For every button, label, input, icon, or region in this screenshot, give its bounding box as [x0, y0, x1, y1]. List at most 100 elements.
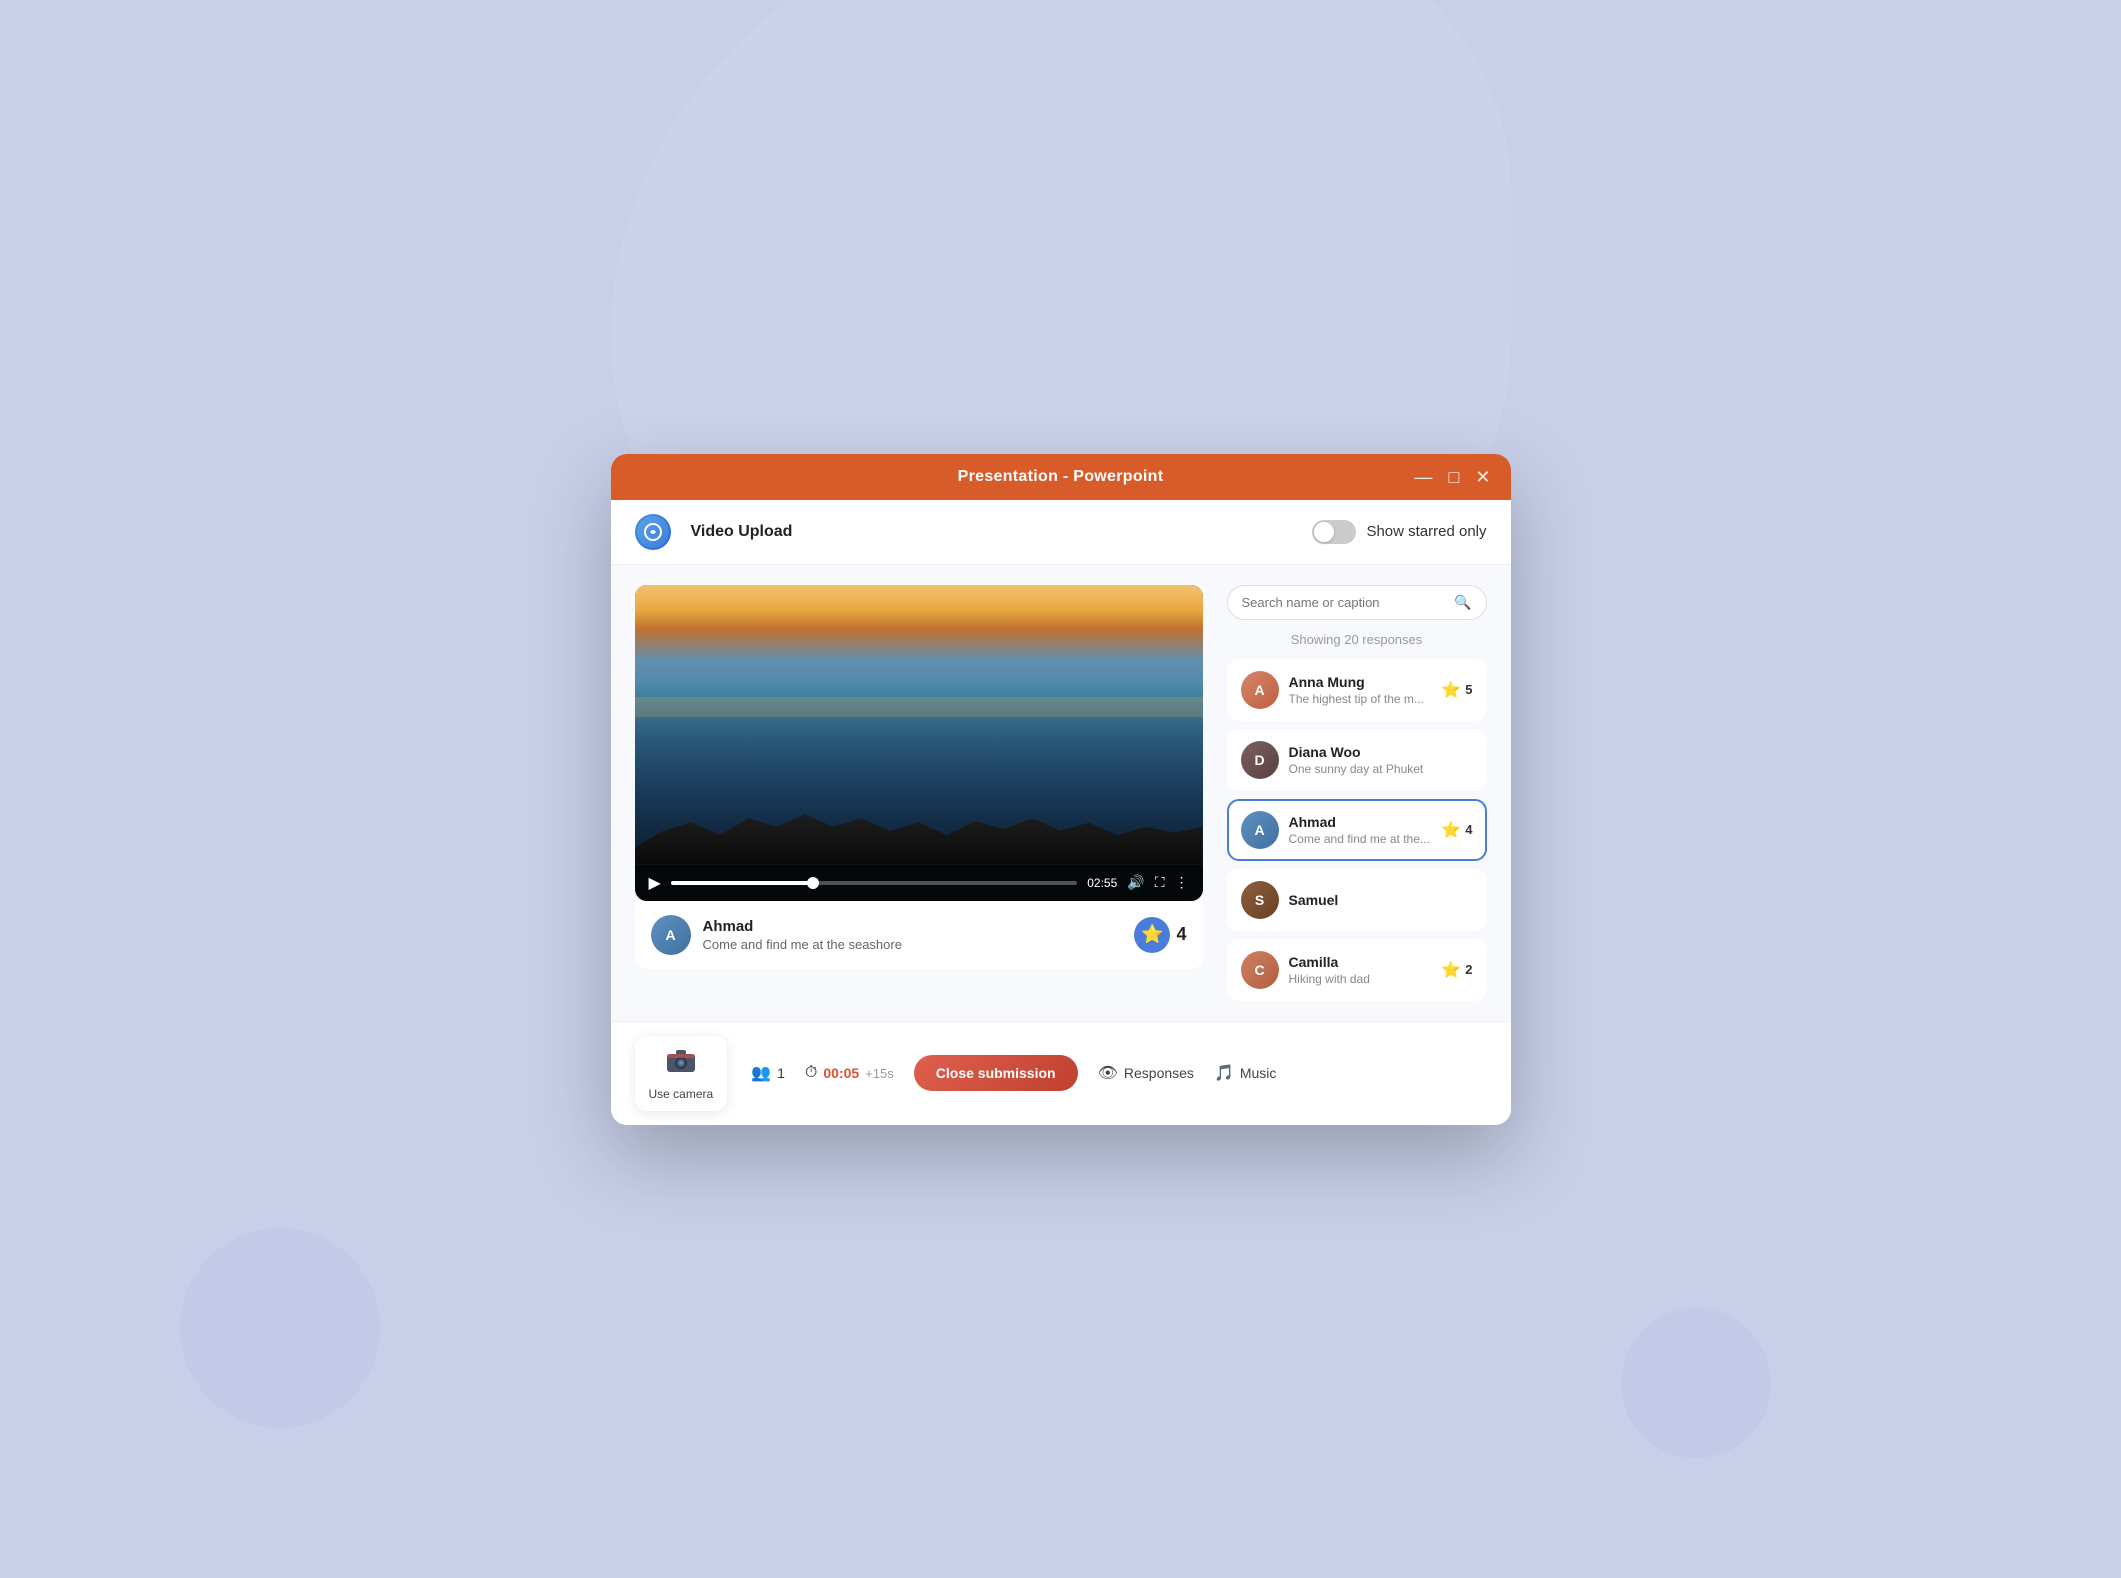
- responses-label: Responses: [1124, 1065, 1194, 1081]
- music-button[interactable]: 🎵 Music: [1214, 1063, 1276, 1083]
- toggle-label: Show starred only: [1366, 523, 1486, 540]
- search-icon[interactable]: 🔍: [1454, 594, 1471, 611]
- response-name: Ahmad: [1289, 814, 1432, 830]
- music-label: Music: [1240, 1065, 1277, 1081]
- video-display: [635, 585, 1203, 865]
- video-info-bar: A Ahmad Come and find me at the seashore…: [635, 901, 1203, 969]
- progress-fill: [671, 881, 813, 885]
- video-user-name: Ahmad: [703, 918, 1123, 935]
- more-icon[interactable]: ⋮: [1175, 874, 1189, 891]
- search-box[interactable]: 🔍: [1227, 585, 1487, 620]
- response-star-badge: ⭐5: [1441, 680, 1472, 700]
- response-star-badge: ⭐4: [1441, 820, 1472, 840]
- video-container[interactable]: ▶ 02:55 🔊 ⛶ ⋮: [635, 585, 1203, 901]
- music-icon: 🎵: [1214, 1063, 1234, 1083]
- response-card[interactable]: AAnna MungThe highest tip of the m...⭐5: [1227, 659, 1487, 721]
- response-name: Camilla: [1289, 954, 1432, 970]
- toggle-thumb: [1314, 522, 1334, 542]
- participants-icon: 👥: [751, 1063, 771, 1083]
- response-avatar: A: [1241, 671, 1279, 709]
- minimize-button[interactable]: —: [1415, 468, 1433, 486]
- app-header: Video Upload Show starred only: [611, 500, 1511, 565]
- progress-thumb: [807, 877, 819, 889]
- play-button[interactable]: ▶: [649, 873, 661, 893]
- star-icon: ⭐: [1441, 680, 1461, 700]
- star-icon: ⭐: [1441, 820, 1461, 840]
- timer-icon: ⏱: [805, 1064, 817, 1082]
- star-badge: ⭐ 4: [1134, 917, 1186, 953]
- video-meta: Ahmad Come and find me at the seashore: [703, 918, 1123, 952]
- video-panel: ▶ 02:55 🔊 ⛶ ⋮: [635, 585, 1203, 1001]
- response-card[interactable]: D Diana Woo One sunny day at Phuket: [1227, 729, 1487, 791]
- showing-label: Showing 20 responses: [1227, 632, 1487, 647]
- title-bar: Presentation - Powerpoint — □ ✕: [611, 454, 1511, 500]
- response-card[interactable]: CCamillaHiking with dad⭐2: [1227, 939, 1487, 1001]
- response-meta: Ahmad Come and find me at the...: [1289, 814, 1432, 846]
- horizon-glow: [635, 697, 1203, 717]
- video-caption: Come and find me at the seashore: [703, 937, 1123, 952]
- star-number: 4: [1465, 822, 1472, 837]
- logo-icon: [643, 522, 663, 542]
- responses-list: AAnna MungThe highest tip of the m...⭐5D…: [1227, 659, 1487, 1001]
- response-meta: Anna Mung The highest tip of the m...: [1289, 674, 1432, 706]
- star-circle: ⭐: [1134, 917, 1170, 953]
- response-meta: Diana Woo One sunny day at Phuket: [1289, 744, 1473, 776]
- star-number: 5: [1465, 682, 1472, 697]
- fullscreen-icon[interactable]: ⛶: [1155, 874, 1165, 891]
- timer-extra: +15s: [865, 1066, 894, 1081]
- app-name: Video Upload: [691, 523, 793, 541]
- volume-icon[interactable]: 🔊: [1127, 874, 1144, 891]
- response-card[interactable]: S Samuel: [1227, 869, 1487, 931]
- application-window: Presentation - Powerpoint — □ ✕ Video Up…: [611, 454, 1511, 1125]
- progress-bar[interactable]: [671, 881, 1077, 885]
- response-caption: One sunny day at Phuket: [1289, 762, 1473, 776]
- response-caption: Hiking with dad: [1289, 972, 1432, 986]
- bottom-bar: Use camera 👥 1 ⏱ 00:05 +15s Close submis…: [611, 1021, 1511, 1125]
- response-name: Diana Woo: [1289, 744, 1473, 760]
- timer-stat: ⏱ 00:05 +15s: [805, 1064, 894, 1082]
- camera-label: Use camera: [649, 1087, 714, 1101]
- camera-icon: [665, 1046, 697, 1081]
- response-name: Samuel: [1289, 892, 1473, 908]
- participant-count: 1: [777, 1065, 785, 1081]
- response-avatar: D: [1241, 741, 1279, 779]
- response-meta: Samuel: [1289, 892, 1473, 908]
- show-starred-toggle[interactable]: [1312, 520, 1356, 544]
- logo-inner: [637, 516, 669, 548]
- star-icon: ⭐: [1441, 960, 1461, 980]
- camera-widget[interactable]: Use camera: [635, 1036, 728, 1111]
- response-avatar: A: [1241, 811, 1279, 849]
- app-logo: [635, 514, 671, 550]
- response-name: Anna Mung: [1289, 674, 1432, 690]
- window-title: Presentation - Powerpoint: [958, 468, 1164, 486]
- main-content: ▶ 02:55 🔊 ⛶ ⋮: [611, 565, 1511, 1021]
- response-avatar: C: [1241, 951, 1279, 989]
- close-button[interactable]: ✕: [1475, 468, 1490, 486]
- toggle-section: Show starred only: [1312, 520, 1486, 544]
- response-meta: Camilla Hiking with dad: [1289, 954, 1432, 986]
- star-number: 2: [1465, 962, 1472, 977]
- video-icon-group: 🔊 ⛶ ⋮: [1127, 874, 1188, 891]
- window-controls: — □ ✕: [1415, 468, 1491, 486]
- search-input[interactable]: [1242, 595, 1447, 610]
- maximize-button[interactable]: □: [1449, 468, 1460, 486]
- responses-panel: 🔍 Showing 20 responses A Anna Mung The hig…: [1227, 585, 1487, 1001]
- eye-icon: 👁: [1098, 1063, 1118, 1083]
- video-controls-bar: ▶ 02:55 🔊 ⛶ ⋮: [635, 865, 1203, 901]
- star-icon: ⭐: [1141, 924, 1163, 945]
- response-star-badge: ⭐2: [1441, 960, 1472, 980]
- response-caption: The highest tip of the m...: [1289, 692, 1432, 706]
- participant-stat: 👥 1: [751, 1063, 785, 1083]
- responses-button[interactable]: 👁 Responses: [1098, 1063, 1194, 1083]
- star-count: 4: [1176, 924, 1186, 945]
- bottom-actions: 👥 1 ⏱ 00:05 +15s Close submission 👁 Resp…: [751, 1055, 1486, 1091]
- avatar-image: A: [651, 915, 691, 955]
- response-caption: Come and find me at the...: [1289, 832, 1432, 846]
- response-card[interactable]: AAhmadCome and find me at the...⭐4: [1227, 799, 1487, 861]
- video-user-avatar: A: [651, 915, 691, 955]
- time-display: 02:55: [1087, 876, 1117, 890]
- response-avatar: S: [1241, 881, 1279, 919]
- close-submission-button[interactable]: Close submission: [914, 1055, 1078, 1091]
- camera-svg: [665, 1046, 697, 1074]
- timer-display: 00:05: [823, 1065, 859, 1081]
